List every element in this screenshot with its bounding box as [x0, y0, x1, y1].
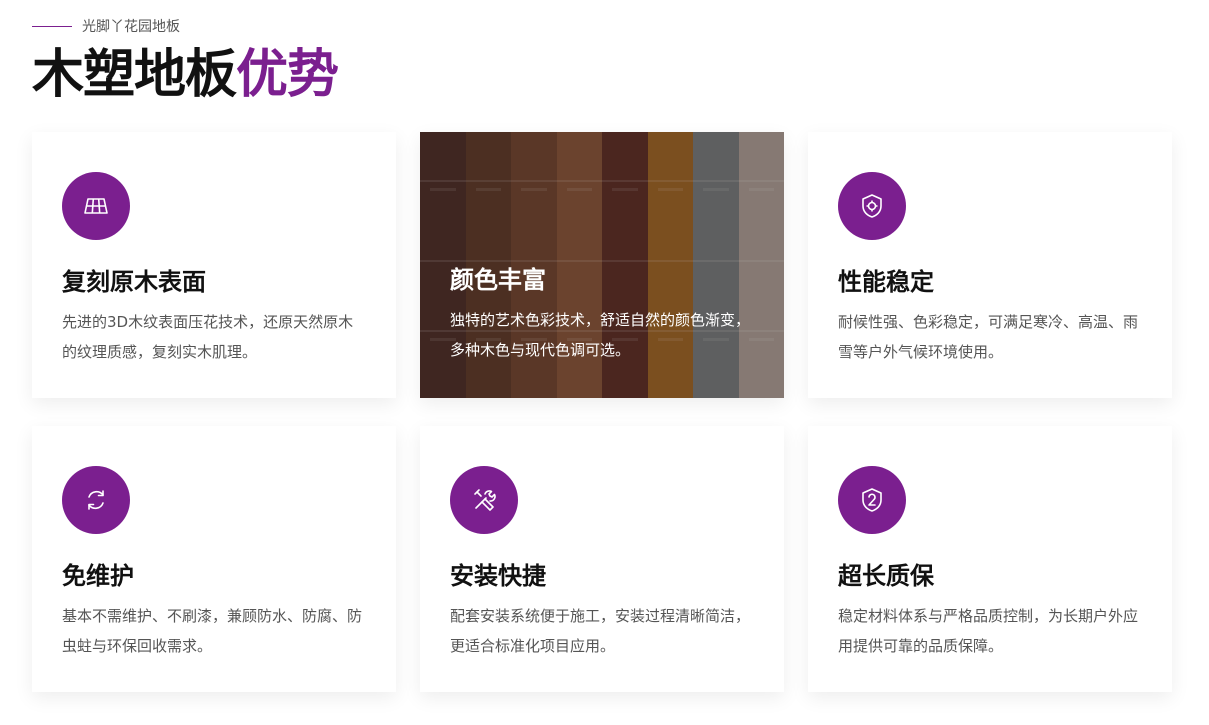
feature-title: 免维护: [62, 562, 134, 590]
feature-card-stability[interactable]: 性能稳定 耐候性强、色彩稳定，可满足寒冷、高温、雨雪等户外气候环境使用。: [808, 132, 1172, 398]
feature-desc: 先进的3D木纹表面压花技术，还原天然原木的纹理质感，复刻实木肌理。: [62, 313, 354, 361]
page-title-accent: 优势: [236, 45, 339, 105]
page-title: 木塑地板优势: [32, 44, 339, 106]
page-title-main: 木塑地板: [32, 45, 237, 105]
feature-card-surface[interactable]: 复刻原木表面 先进的3D木纹表面压花技术，还原天然原木的纹理质感，复刻实木肌理。: [32, 132, 396, 398]
feature-card-colors[interactable]: 颜色丰富 独特的艺术色彩技术，舒适自然的颜色渐变，多种木色与现代色调可选。: [420, 132, 784, 398]
feature-icon-badge: [62, 466, 130, 534]
feature-desc: 基本不需维护、不刷漆，兼顾防水、防腐、防虫蛀与环保回收需求。: [62, 607, 363, 655]
feature-title: 性能稳定: [838, 268, 934, 296]
eyebrow-line: [32, 25, 72, 27]
feature-icon-badge: [838, 172, 906, 240]
feature-card-maintenance[interactable]: 免维护 基本不需维护、不刷漆，兼顾防水、防腐、防虫蛀与环保回收需求。: [32, 426, 396, 692]
feature-title: 复刻原木表面: [62, 268, 206, 296]
feature-title: 颜色丰富: [450, 266, 546, 294]
feature-icon-badge: [838, 466, 906, 534]
shield-number-icon: [862, 488, 882, 512]
eyebrow-text: 光脚丫花园地板: [82, 19, 180, 35]
feature-desc: 稳定材料体系与严格品质控制，为长期户外应用提供可靠的品质保障。: [838, 607, 1139, 655]
tools-icon: [474, 489, 496, 511]
feature-card-warranty[interactable]: 超长质保 稳定材料体系与严格品质控制，为长期户外应用提供可靠的品质保障。: [808, 426, 1172, 692]
grid-panel-icon: [84, 198, 108, 214]
feature-title: 超长质保: [838, 562, 934, 590]
page: 光脚丫花园地板 木塑地板优势 复刻原木表面 先进的3D木纹表面压花技术，还原天然…: [0, 0, 1209, 725]
feature-icon-badge: [62, 172, 130, 240]
shield-target-icon: [862, 194, 882, 218]
refresh-icon: [88, 490, 104, 510]
feature-desc: 独特的艺术色彩技术，舒适自然的颜色渐变，多种木色与现代色调可选。: [450, 311, 751, 359]
feature-title: 安装快捷: [450, 562, 546, 590]
featured-content: 颜色丰富 独特的艺术色彩技术，舒适自然的颜色渐变，多种木色与现代色调可选。: [450, 260, 754, 365]
feature-card-install[interactable]: 安装快捷 配套安装系统便于施工，安装过程清晰简洁，更适合标准化项目应用。: [420, 426, 784, 692]
feature-desc: 配套安装系统便于施工，安装过程清晰简洁，更适合标准化项目应用。: [450, 607, 751, 655]
feature-grid: 复刻原木表面 先进的3D木纹表面压花技术，还原天然原木的纹理质感，复刻实木肌理。…: [32, 132, 1172, 692]
feature-desc: 耐候性强、色彩稳定，可满足寒冷、高温、雨雪等户外气候环境使用。: [838, 313, 1139, 361]
eyebrow: 光脚丫花园地板: [32, 16, 180, 36]
feature-icon-badge: [450, 466, 518, 534]
